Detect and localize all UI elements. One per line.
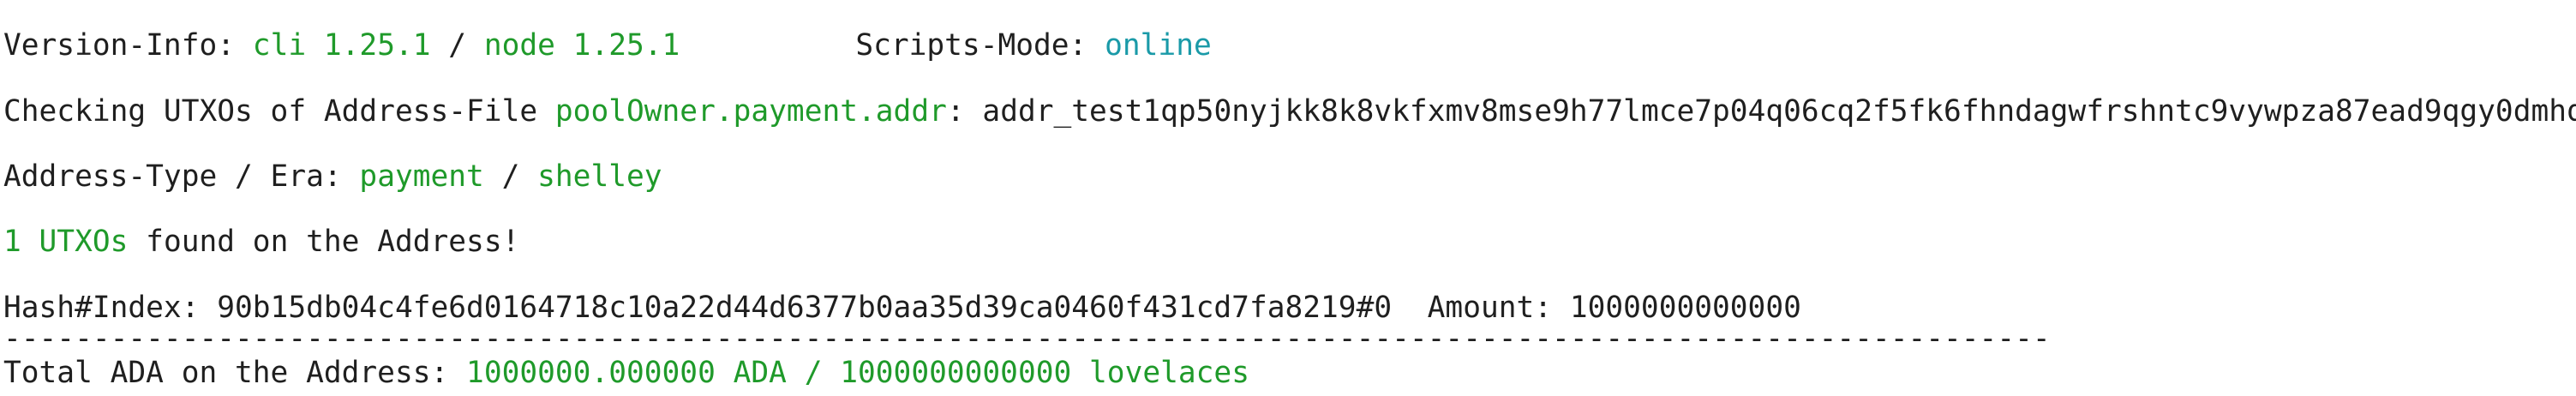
total-ada-line: Total ADA on the Address: 1000000.000000… [3,356,1249,390]
utxo-row: Hash#Index: 90b15db04c4fe6d0164718c10a22… [3,291,1801,325]
hash-index-label: Hash#Index: [3,291,218,325]
divider-line: ----------------------------------------… [3,321,2051,356]
checking-utxos-line: Checking UTXOs of Address-File poolOwner… [3,94,2576,129]
address-file-name: poolOwner.payment.addr [554,94,947,129]
address-value: addr_test1qp50nyjkk8k8vkfxmv8mse9h77lmce… [982,94,2576,129]
hash-index-value: 90b15db04c4fe6d0164718c10a22d44d6377b0aa… [217,291,1393,325]
version-separator: / [430,28,484,63]
utxos-found-text: found on the Address! [128,225,520,259]
cli-version: cli 1.25.1 [252,28,431,63]
node-version: node 1.25.1 [483,28,680,63]
checking-label: Checking UTXOs of Address-File [3,94,555,129]
version-info-line: Version-Info: cli 1.25.1 / node 1.25.1 Sc… [3,28,1212,63]
total-ada-value: 1000000.000000 ADA / 1000000000000 lovel… [466,356,1249,390]
utxos-found-line: 1 UTXOs found on the Address! [3,225,519,259]
version-info-label: Version-Info: [3,28,253,63]
address-type-value: payment [359,159,484,194]
utxo-count: 1 UTXOs [3,225,129,259]
scripts-mode-value: online [1105,28,1212,63]
checking-colon: : [946,94,983,129]
address-type-label: Address-Type / Era: [3,159,360,194]
scripts-mode-label: Scripts-Mode: [855,28,1105,63]
address-era-value: shelley [537,159,662,194]
terminal-output: Version-Info: cli 1.25.1 / node 1.25.1 Sc… [0,0,2576,396]
address-type-line: Address-Type / Era: payment / shelley [3,159,662,194]
amount-value: 1000000000000 [1569,291,1801,325]
address-type-separator: / [483,159,538,194]
total-ada-label: Total ADA on the Address: [3,356,467,390]
amount-label: Amount: [1392,291,1570,325]
